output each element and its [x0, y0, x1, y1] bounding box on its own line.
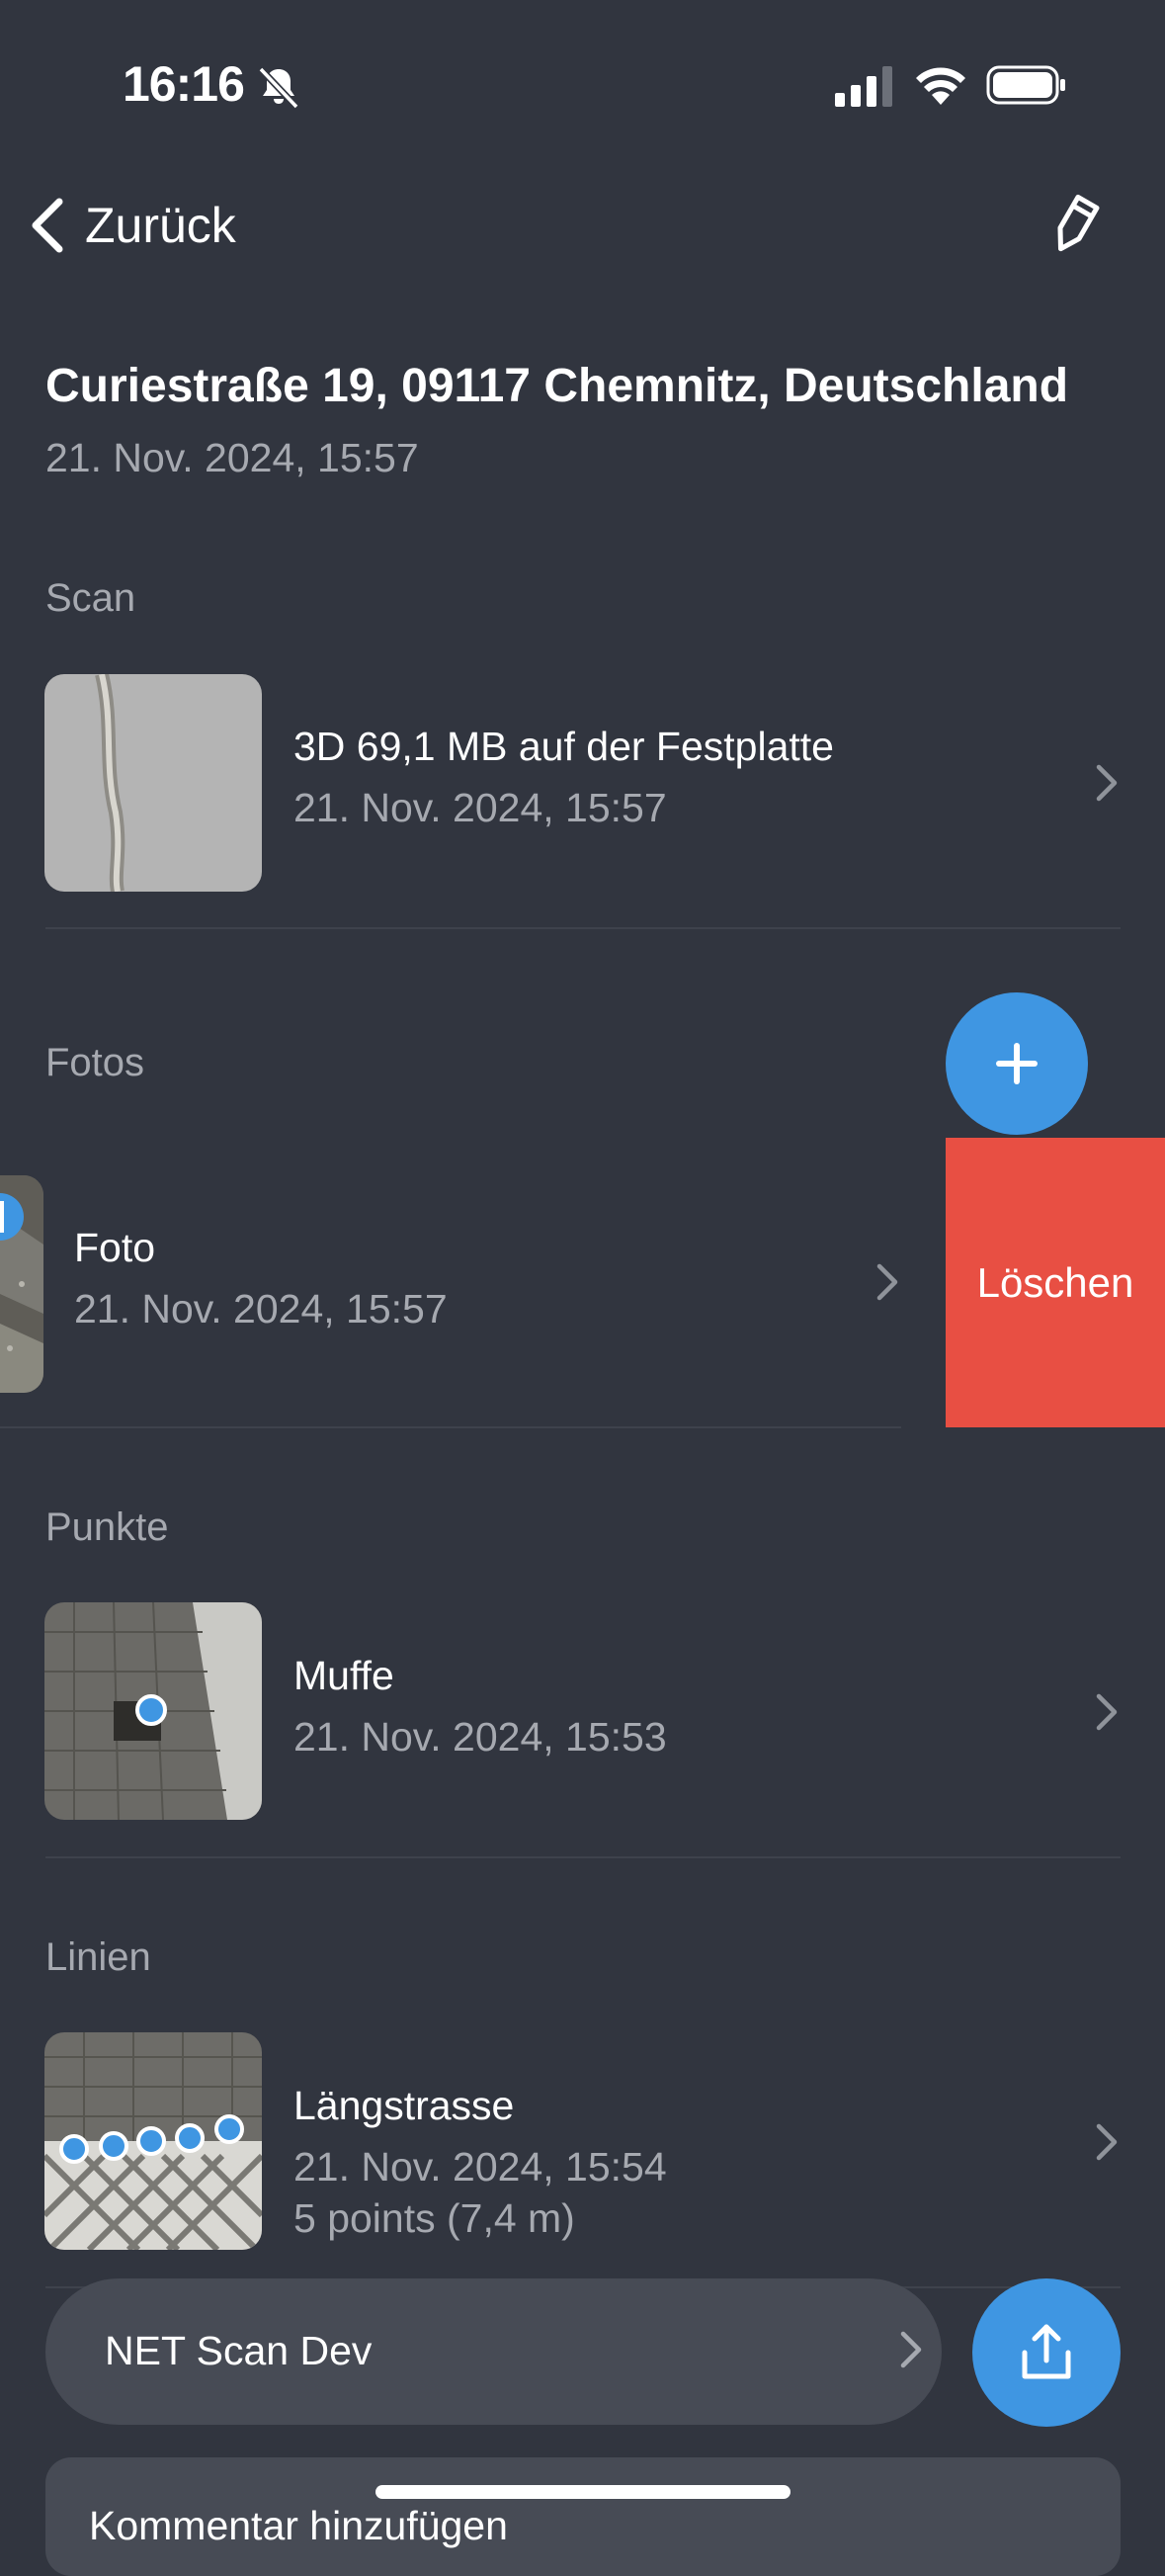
foto-thumbnail — [0, 1175, 43, 1393]
punkt-row[interactable]: Muffe 21. Nov. 2024, 15:53 — [0, 1591, 1165, 1829]
linie-date: 21. Nov. 2024, 15:54 — [293, 2144, 667, 2190]
back-button[interactable]: Zurück — [24, 194, 236, 257]
foto-row[interactable]: Foto 21. Nov. 2024, 15:57 — [0, 1138, 946, 1427]
back-label: Zurück — [85, 198, 236, 253]
home-indicator — [375, 2485, 791, 2499]
section-label-scan: Scan — [45, 576, 136, 620]
punkt-thumbnail — [44, 1602, 262, 1820]
linie-thumbnail — [44, 2032, 262, 2250]
foto-date: 21. Nov. 2024, 15:57 — [74, 1286, 448, 1331]
chevron-left-icon — [32, 198, 63, 253]
linie-row[interactable]: Längstrasse 21. Nov. 2024, 15:54 5 point… — [0, 2021, 1165, 2259]
chevron-right-icon — [1096, 2123, 1118, 2161]
status-time: 16:16 — [123, 56, 245, 112]
comment-input[interactable]: Kommentar hinzufügen — [45, 2457, 1121, 2576]
page-title: Curiestraße 19, 09117 Chemnitz, Deutschl… — [45, 360, 1069, 412]
punkt-date: 21. Nov. 2024, 15:53 — [293, 1714, 667, 1760]
divider — [45, 1856, 1121, 1858]
project-label: NET Scan Dev — [105, 2328, 373, 2373]
scan-date: 21. Nov. 2024, 15:57 — [293, 785, 667, 830]
chevron-right-icon — [1096, 764, 1118, 802]
share-icon — [1022, 2324, 1071, 2379]
scan-thumbnail — [44, 674, 262, 892]
battery-icon — [986, 65, 1065, 105]
share-button[interactable] — [972, 2278, 1121, 2427]
page-date: 21. Nov. 2024, 15:57 — [45, 435, 419, 480]
bell-muted-icon — [258, 66, 299, 110]
section-label-fotos: Fotos — [45, 1041, 145, 1084]
delete-button[interactable]: Löschen — [946, 1138, 1165, 1427]
foto-title: Foto — [74, 1225, 156, 1270]
divider — [0, 1426, 901, 1428]
linie-detail: 5 points (7,4 m) — [293, 2195, 575, 2241]
scan-row[interactable]: 3D 69,1 MB auf der Festplatte 21. Nov. 2… — [0, 662, 1165, 900]
section-label-punkte: Punkte — [45, 1505, 169, 1549]
chevron-right-icon — [1096, 1693, 1118, 1731]
chevron-right-icon — [876, 1263, 898, 1301]
chevron-right-icon — [900, 2331, 922, 2368]
linie-title: Längstrasse — [293, 2083, 515, 2128]
section-label-linien: Linien — [45, 1935, 151, 1979]
plus-icon — [996, 1043, 1038, 1084]
wifi-icon — [916, 67, 965, 105]
signal-icon — [835, 66, 892, 107]
project-selector-button[interactable]: NET Scan Dev — [45, 2278, 942, 2425]
pencil-icon[interactable] — [1042, 193, 1104, 262]
add-photo-button[interactable] — [946, 992, 1088, 1135]
divider — [45, 927, 1121, 929]
scan-title: 3D 69,1 MB auf der Festplatte — [293, 724, 834, 769]
punkt-title: Muffe — [293, 1653, 394, 1698]
